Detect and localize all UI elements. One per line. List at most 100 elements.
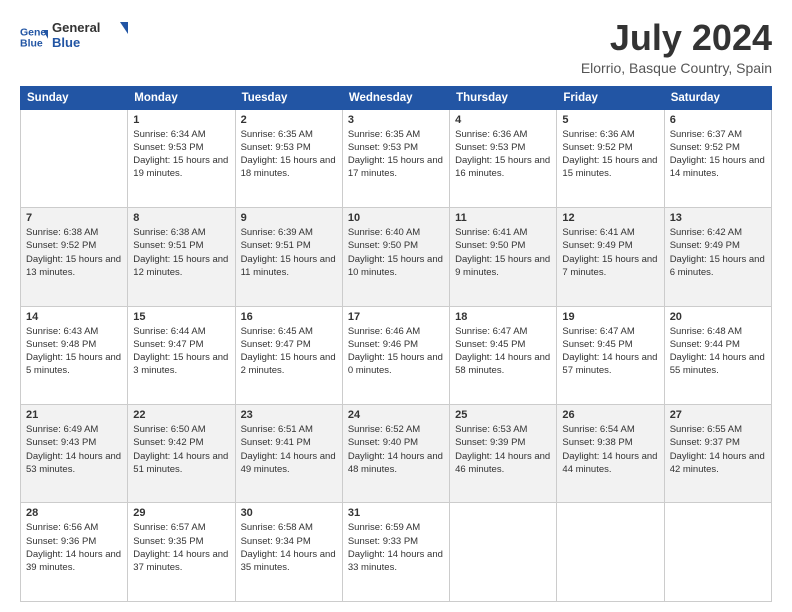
- day-number: 3: [348, 114, 444, 126]
- calendar-cell: 27 Sunrise: 6:55 AM Sunset: 9:37 PM Dayli…: [664, 405, 771, 503]
- day-number: 2: [241, 114, 337, 126]
- day-number: 18: [455, 311, 551, 323]
- weekday-header: Friday: [557, 86, 664, 109]
- day-info: Sunrise: 6:36 AM Sunset: 9:52 PM Dayligh…: [562, 128, 658, 181]
- weekday-header-row: SundayMondayTuesdayWednesdayThursdayFrid…: [21, 86, 772, 109]
- calendar-cell: 21Sunrise: 6:49 AM Sunset: 9:43 PM Dayli…: [21, 405, 128, 503]
- day-number: 25: [455, 409, 551, 421]
- subtitle: Elorrio, Basque Country, Spain: [581, 60, 772, 76]
- calendar-cell: 24Sunrise: 6:52 AM Sunset: 9:40 PM Dayli…: [342, 405, 449, 503]
- svg-text:Blue: Blue: [52, 35, 80, 50]
- calendar-week-row: 21Sunrise: 6:49 AM Sunset: 9:43 PM Dayli…: [21, 405, 772, 503]
- calendar-cell: [664, 503, 771, 602]
- day-info: Sunrise: 6:43 AM Sunset: 9:48 PM Dayligh…: [26, 325, 122, 378]
- day-info: Sunrise: 6:46 AM Sunset: 9:46 PM Dayligh…: [348, 325, 444, 378]
- calendar-cell: 16 Sunrise: 6:45 AM Sunset: 9:47 PM Dayli…: [235, 306, 342, 404]
- day-number: 4: [455, 114, 551, 126]
- calendar-cell: 2 Sunrise: 6:35 AM Sunset: 9:53 PM Daylig…: [235, 109, 342, 207]
- logo-text: General Blue: [52, 18, 132, 55]
- calendar-week-row: 14Sunrise: 6:43 AM Sunset: 9:48 PM Dayli…: [21, 306, 772, 404]
- calendar-cell: [450, 503, 557, 602]
- day-info: Sunrise: 6:35 AM Sunset: 9:53 PM Dayligh…: [348, 128, 444, 181]
- day-number: 20: [670, 311, 766, 323]
- calendar-cell: 1 Sunrise: 6:34 AM Sunset: 9:53 PM Daylig…: [128, 109, 235, 207]
- weekday-header: Sunday: [21, 86, 128, 109]
- calendar-cell: 31 Sunrise: 6:59 AM Sunset: 9:33 PM Dayli…: [342, 503, 449, 602]
- calendar-week-row: 7 Sunrise: 6:38 AM Sunset: 9:52 PM Daylig…: [21, 208, 772, 306]
- day-number: 16: [241, 311, 337, 323]
- day-info: Sunrise: 6:45 AM Sunset: 9:47 PM Dayligh…: [241, 325, 337, 378]
- day-number: 6: [670, 114, 766, 126]
- calendar-cell: 25Sunrise: 6:53 AM Sunset: 9:39 PM Dayli…: [450, 405, 557, 503]
- calendar-cell: 20 Sunrise: 6:48 AM Sunset: 9:44 PM Dayli…: [664, 306, 771, 404]
- day-info: Sunrise: 6:37 AM Sunset: 9:52 PM Dayligh…: [670, 128, 766, 181]
- calendar-cell: 12Sunrise: 6:41 AM Sunset: 9:49 PM Dayli…: [557, 208, 664, 306]
- day-number: 8: [133, 212, 229, 224]
- calendar-cell: 13Sunrise: 6:42 AM Sunset: 9:49 PM Dayli…: [664, 208, 771, 306]
- day-info: Sunrise: 6:42 AM Sunset: 9:49 PM Dayligh…: [670, 226, 766, 279]
- calendar-cell: 22Sunrise: 6:50 AM Sunset: 9:42 PM Dayli…: [128, 405, 235, 503]
- calendar-cell: [21, 109, 128, 207]
- weekday-header: Wednesday: [342, 86, 449, 109]
- day-number: 17: [348, 311, 444, 323]
- day-info: Sunrise: 6:48 AM Sunset: 9:44 PM Dayligh…: [670, 325, 766, 378]
- day-info: Sunrise: 6:47 AM Sunset: 9:45 PM Dayligh…: [562, 325, 658, 378]
- title-block: July 2024 Elorrio, Basque Country, Spain: [581, 18, 772, 76]
- day-info: Sunrise: 6:44 AM Sunset: 9:47 PM Dayligh…: [133, 325, 229, 378]
- calendar-cell: 17 Sunrise: 6:46 AM Sunset: 9:46 PM Dayli…: [342, 306, 449, 404]
- day-info: Sunrise: 6:35 AM Sunset: 9:53 PM Dayligh…: [241, 128, 337, 181]
- calendar-cell: 7 Sunrise: 6:38 AM Sunset: 9:52 PM Daylig…: [21, 208, 128, 306]
- weekday-header: Monday: [128, 86, 235, 109]
- day-number: 7: [26, 212, 122, 224]
- calendar-cell: 4 Sunrise: 6:36 AM Sunset: 9:53 PM Daylig…: [450, 109, 557, 207]
- calendar-cell: 26 Sunrise: 6:54 AM Sunset: 9:38 PM Dayli…: [557, 405, 664, 503]
- day-info: Sunrise: 6:40 AM Sunset: 9:50 PM Dayligh…: [348, 226, 444, 279]
- day-number: 11: [455, 212, 551, 224]
- day-info: Sunrise: 6:36 AM Sunset: 9:53 PM Dayligh…: [455, 128, 551, 181]
- day-number: 1: [133, 114, 229, 126]
- logo-svg: General Blue: [52, 18, 132, 52]
- day-info: Sunrise: 6:59 AM Sunset: 9:33 PM Dayligh…: [348, 521, 444, 574]
- svg-text:General: General: [20, 26, 48, 38]
- calendar-cell: 28Sunrise: 6:56 AM Sunset: 9:36 PM Dayli…: [21, 503, 128, 602]
- day-number: 22: [133, 409, 229, 421]
- day-number: 31: [348, 507, 444, 519]
- day-number: 12: [562, 212, 658, 224]
- day-number: 21: [26, 409, 122, 421]
- day-number: 23: [241, 409, 337, 421]
- day-number: 5: [562, 114, 658, 126]
- weekday-header: Tuesday: [235, 86, 342, 109]
- day-info: Sunrise: 6:57 AM Sunset: 9:35 PM Dayligh…: [133, 521, 229, 574]
- day-info: Sunrise: 6:41 AM Sunset: 9:50 PM Dayligh…: [455, 226, 551, 279]
- day-number: 29: [133, 507, 229, 519]
- calendar-cell: 15Sunrise: 6:44 AM Sunset: 9:47 PM Dayli…: [128, 306, 235, 404]
- calendar-cell: [557, 503, 664, 602]
- calendar-table: SundayMondayTuesdayWednesdayThursdayFrid…: [20, 86, 772, 602]
- calendar-cell: 14Sunrise: 6:43 AM Sunset: 9:48 PM Dayli…: [21, 306, 128, 404]
- header: General Blue General Blue July 2024 Elor…: [20, 18, 772, 76]
- day-info: Sunrise: 6:38 AM Sunset: 9:52 PM Dayligh…: [26, 226, 122, 279]
- calendar-week-row: 28Sunrise: 6:56 AM Sunset: 9:36 PM Dayli…: [21, 503, 772, 602]
- weekday-header: Thursday: [450, 86, 557, 109]
- calendar-cell: 23 Sunrise: 6:51 AM Sunset: 9:41 PM Dayli…: [235, 405, 342, 503]
- calendar-page: General Blue General Blue July 2024 Elor…: [0, 0, 792, 612]
- day-info: Sunrise: 6:51 AM Sunset: 9:41 PM Dayligh…: [241, 423, 337, 476]
- calendar-cell: 11 Sunrise: 6:41 AM Sunset: 9:50 PM Dayli…: [450, 208, 557, 306]
- day-number: 27: [670, 409, 766, 421]
- calendar-cell: 19 Sunrise: 6:47 AM Sunset: 9:45 PM Dayli…: [557, 306, 664, 404]
- day-number: 26: [562, 409, 658, 421]
- day-info: Sunrise: 6:38 AM Sunset: 9:51 PM Dayligh…: [133, 226, 229, 279]
- day-number: 19: [562, 311, 658, 323]
- day-info: Sunrise: 6:54 AM Sunset: 9:38 PM Dayligh…: [562, 423, 658, 476]
- day-info: Sunrise: 6:58 AM Sunset: 9:34 PM Dayligh…: [241, 521, 337, 574]
- calendar-week-row: 1 Sunrise: 6:34 AM Sunset: 9:53 PM Daylig…: [21, 109, 772, 207]
- weekday-header: Saturday: [664, 86, 771, 109]
- day-info: Sunrise: 6:47 AM Sunset: 9:45 PM Dayligh…: [455, 325, 551, 378]
- day-info: Sunrise: 6:34 AM Sunset: 9:53 PM Dayligh…: [133, 128, 229, 181]
- calendar-cell: 3 Sunrise: 6:35 AM Sunset: 9:53 PM Daylig…: [342, 109, 449, 207]
- logo-icon: General Blue: [20, 23, 48, 51]
- calendar-cell: 18 Sunrise: 6:47 AM Sunset: 9:45 PM Dayli…: [450, 306, 557, 404]
- logo: General Blue General Blue: [20, 18, 132, 55]
- calendar-cell: 6 Sunrise: 6:37 AM Sunset: 9:52 PM Daylig…: [664, 109, 771, 207]
- day-info: Sunrise: 6:55 AM Sunset: 9:37 PM Dayligh…: [670, 423, 766, 476]
